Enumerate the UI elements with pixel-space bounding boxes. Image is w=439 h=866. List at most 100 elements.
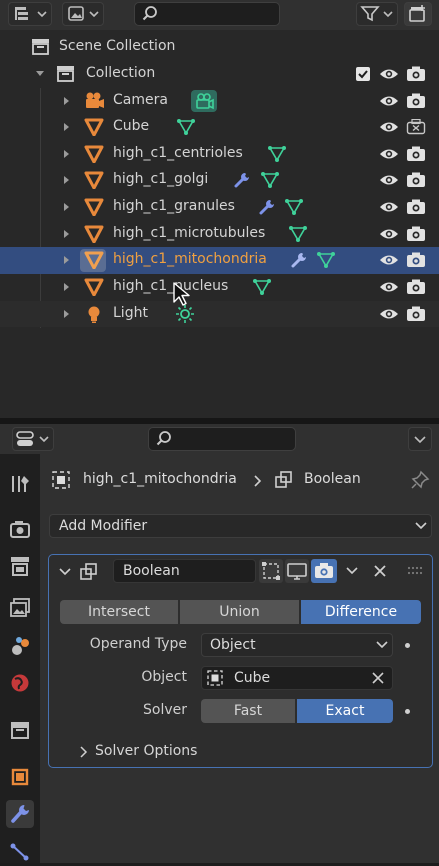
render-camera-icon[interactable] [406, 199, 426, 215]
mesh-data-icon[interactable] [252, 278, 272, 296]
expand-arrow-icon[interactable] [64, 150, 69, 158]
render-camera-icon[interactable] [406, 306, 426, 322]
operation-union[interactable]: Union [180, 600, 299, 624]
keyframe-dot-icon[interactable] [405, 709, 410, 714]
outliner-row-mitochondria[interactable]: high_c1_mitochondria [0, 247, 439, 274]
expand-arrow-icon[interactable] [64, 310, 69, 318]
mesh-data-icon[interactable] [260, 171, 280, 189]
outliner-editor-icon [15, 7, 47, 20]
tab-object[interactable] [6, 763, 34, 791]
keyframe-dot-icon[interactable] [405, 643, 410, 648]
tab-scene[interactable] [6, 632, 34, 660]
tab-render[interactable] [6, 515, 34, 543]
solver-exact[interactable]: Exact [297, 699, 393, 723]
properties-search-input[interactable] [148, 427, 296, 451]
outliner-row-nucleus[interactable]: high_c1_nucleus [0, 274, 439, 300]
outliner-row-granules[interactable]: high_c1_granules [0, 194, 439, 220]
mesh-object-icon [84, 145, 104, 163]
operation-intersect[interactable]: Intersect [60, 600, 178, 624]
checkbox-checked-icon[interactable] [356, 67, 370, 81]
clear-icon[interactable] [370, 670, 386, 686]
render-disabled-icon[interactable] [406, 119, 426, 135]
modifier-name-input[interactable]: Boolean [113, 559, 256, 583]
new-collection-button[interactable] [404, 2, 432, 26]
expand-arrow-icon[interactable] [64, 97, 69, 105]
render-camera-icon[interactable] [406, 226, 426, 242]
mesh-data-icon[interactable] [316, 251, 336, 269]
drag-handle-icon[interactable] [407, 566, 423, 576]
camera-data-button[interactable] [191, 90, 217, 112]
wrench-modifier-icon[interactable] [258, 198, 276, 216]
row-label: high_c1_microtubules [113, 225, 266, 241]
expand-arrow-icon[interactable] [64, 230, 69, 238]
expand-arrow-icon[interactable] [64, 176, 69, 184]
solver-fast[interactable]: Fast [201, 699, 295, 723]
operation-difference[interactable]: Difference [301, 600, 421, 624]
filter-dropdown[interactable] [356, 2, 398, 26]
eye-icon[interactable] [379, 66, 399, 82]
chevron-right-icon[interactable] [78, 746, 90, 758]
object-field[interactable]: Cube [201, 666, 393, 690]
eye-icon[interactable] [379, 226, 399, 242]
properties-options-dropdown[interactable] [408, 427, 432, 451]
outliner-row-camera[interactable]: Camera [0, 88, 439, 114]
expand-arrow-icon[interactable] [64, 123, 69, 131]
world-icon [11, 674, 29, 692]
render-camera-icon[interactable] [406, 279, 426, 295]
add-modifier-dropdown[interactable]: Add Modifier [49, 514, 432, 538]
tab-view-layer[interactable] [6, 594, 34, 622]
scene-collection-icon [32, 39, 49, 55]
expand-arrow-icon[interactable] [64, 283, 69, 291]
render-toggle[interactable] [311, 559, 337, 583]
expand-arrow-icon[interactable] [64, 256, 69, 264]
scene-collection-row[interactable]: Scene Collection [0, 34, 439, 60]
eye-icon[interactable] [379, 146, 399, 162]
render-camera-icon[interactable] [406, 252, 426, 268]
collection-label: Collection [86, 65, 156, 81]
mesh-data-icon[interactable] [267, 145, 287, 163]
outliner-row-light[interactable]: Light [0, 301, 439, 327]
mesh-data-icon[interactable] [284, 198, 304, 216]
eye-icon[interactable] [379, 306, 399, 322]
display-mode-dropdown[interactable] [62, 2, 104, 26]
tab-tool[interactable] [6, 470, 34, 498]
tab-world[interactable] [6, 669, 34, 697]
tab-collection[interactable] [6, 716, 34, 744]
eye-icon[interactable] [379, 119, 399, 135]
eye-icon[interactable] [379, 279, 399, 295]
edit-mode-toggle[interactable] [259, 559, 283, 583]
expand-arrow-icon[interactable] [64, 203, 69, 211]
tab-modifiers[interactable] [6, 800, 34, 828]
render-camera-icon[interactable] [406, 93, 426, 109]
render-camera-icon[interactable] [406, 66, 426, 82]
properties-editor-type-dropdown[interactable] [12, 427, 54, 451]
operand-type-dropdown[interactable]: Object [201, 633, 393, 657]
eye-icon[interactable] [379, 252, 399, 268]
pin-icon[interactable] [410, 470, 430, 490]
eye-icon[interactable] [379, 172, 399, 188]
outliner-row-microtubules[interactable]: high_c1_microtubules [0, 221, 439, 247]
outliner-row-golgi[interactable]: high_c1_golgi [0, 167, 439, 193]
chevron-down-icon[interactable] [36, 71, 44, 76]
wrench-modifier-icon[interactable] [290, 251, 308, 269]
panel-collapse-chevron-icon[interactable] [57, 564, 73, 580]
editor-type-dropdown[interactable] [8, 2, 52, 26]
tab-output[interactable] [6, 552, 34, 580]
close-icon[interactable] [371, 562, 389, 580]
breadcrumb-chevron-icon [254, 475, 262, 487]
chevron-down-icon[interactable] [343, 562, 361, 580]
eye-icon[interactable] [379, 199, 399, 215]
viewport-display-toggle[interactable] [285, 559, 309, 583]
mesh-data-icon[interactable] [288, 225, 308, 243]
render-camera-icon[interactable] [406, 172, 426, 188]
mesh-data-icon[interactable] [176, 118, 196, 136]
wrench-modifier-icon[interactable] [233, 171, 251, 189]
collection-row[interactable]: Collection [0, 61, 439, 87]
eye-icon[interactable] [379, 93, 399, 109]
solver-options-header[interactable]: Solver Options [95, 743, 197, 759]
render-camera-icon[interactable] [406, 146, 426, 162]
tab-particles[interactable] [6, 838, 34, 866]
outliner-row-cube[interactable]: Cube [0, 114, 439, 140]
outliner-row-centrioles[interactable]: high_c1_centrioles [0, 141, 439, 167]
outliner-search-input[interactable] [134, 2, 280, 26]
